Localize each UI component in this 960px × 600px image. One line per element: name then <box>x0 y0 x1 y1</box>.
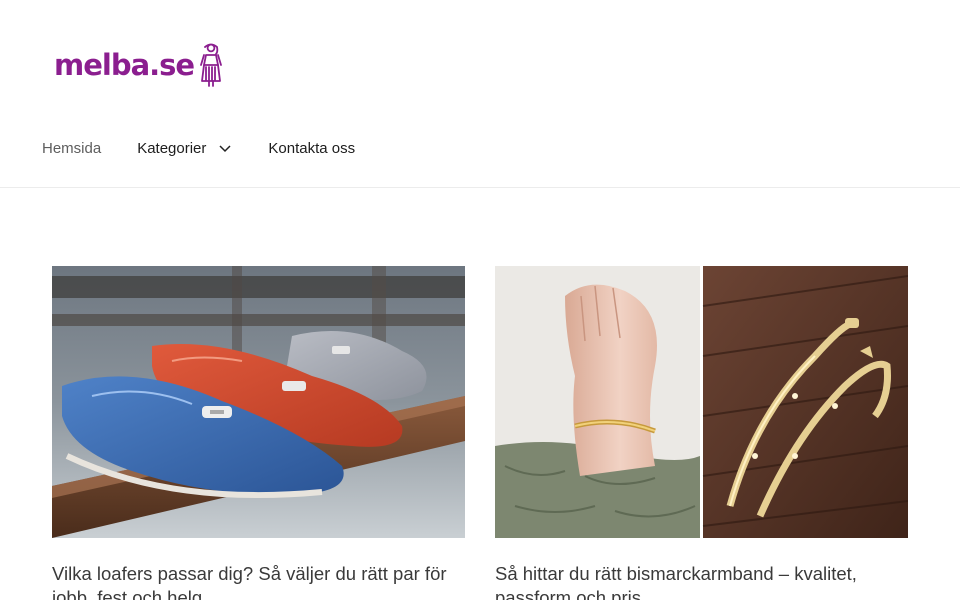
site-header: melba.se Hemsida Kategorier Kontakta oss <box>0 0 960 188</box>
post-title[interactable]: Vilka loafers passar dig? Så väljer du r… <box>52 562 465 600</box>
woman-figure-icon <box>200 43 223 87</box>
nav-item-kontakta[interactable]: Kontakta oss <box>268 140 355 157</box>
nav-item-kategorier[interactable]: Kategorier <box>137 140 232 157</box>
loafers-photo[interactable] <box>52 266 465 538</box>
nav-item-label: Hemsida <box>42 139 102 157</box>
site-logo[interactable]: melba.se <box>54 42 224 88</box>
nav-item-label: Kontakta oss <box>268 139 356 157</box>
nav-item-hemsida[interactable]: Hemsida <box>42 140 101 157</box>
bracelet-photo[interactable] <box>495 266 908 538</box>
nav-item-label: Kategorier <box>137 139 207 157</box>
logo-text: melba.se <box>54 48 195 82</box>
post-card: Vilka loafers passar dig? Så väljer du r… <box>52 266 465 600</box>
chevron-down-icon[interactable] <box>218 141 232 155</box>
main-nav: Hemsida Kategorier Kontakta oss <box>42 128 391 168</box>
post-card: Så hittar du rätt bismarckarmband – kval… <box>495 266 908 600</box>
post-title[interactable]: Så hittar du rätt bismarckarmband – kval… <box>495 562 908 600</box>
